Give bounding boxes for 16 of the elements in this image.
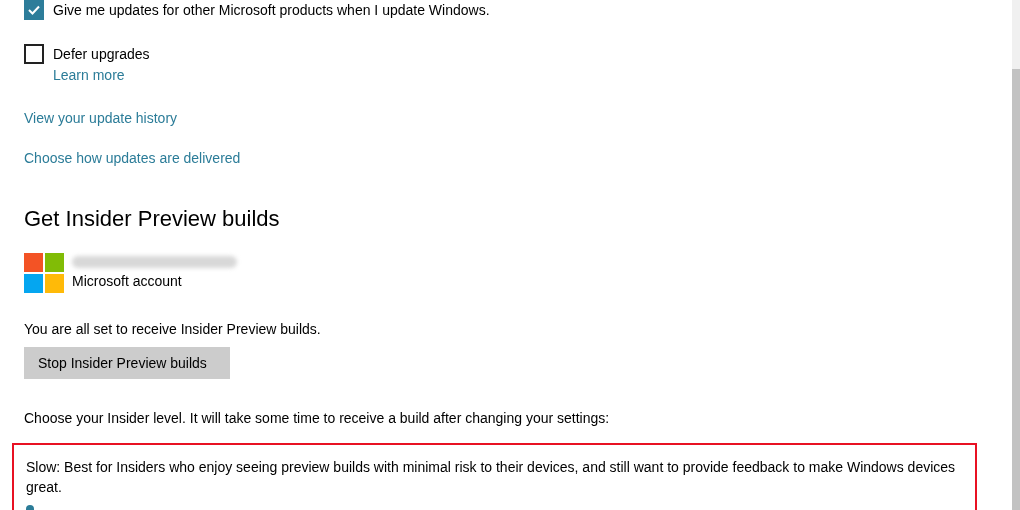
insider-level-prompt: Choose your Insider level. It will take some time to receive a build after changing your settings:	[24, 409, 610, 428]
checkbox-label: Defer upgrades	[53, 45, 150, 64]
checkbox[interactable]	[24, 0, 44, 20]
section-heading: Get Insider Preview builds	[24, 205, 280, 233]
learn-more-link[interactable]: Learn more	[53, 65, 150, 85]
settings-link[interactable]: View your update history	[24, 108, 178, 128]
level-description: Slow: Best for Insiders who enjoy seeing preview builds with minimal risk to their devices, and still want to provide feedback to make Windows devices great.	[26, 458, 957, 497]
checkmark-icon	[28, 5, 40, 15]
checkbox-label: Give me updates for other Microsoft products when I update Windows.	[53, 1, 490, 20]
settings-link[interactable]: Choose how updates are delivered	[24, 148, 241, 168]
status-text: You are all set to receive Insider Preview builds.	[24, 320, 321, 339]
account-label: Microsoft account	[72, 271, 183, 291]
microsoft-logo-icon	[24, 253, 64, 293]
scrollbar-thumb[interactable]	[1012, 69, 1020, 510]
checkbox[interactable]	[24, 44, 44, 64]
stop-insider-button[interactable]: Stop Insider Preview builds	[24, 347, 230, 379]
